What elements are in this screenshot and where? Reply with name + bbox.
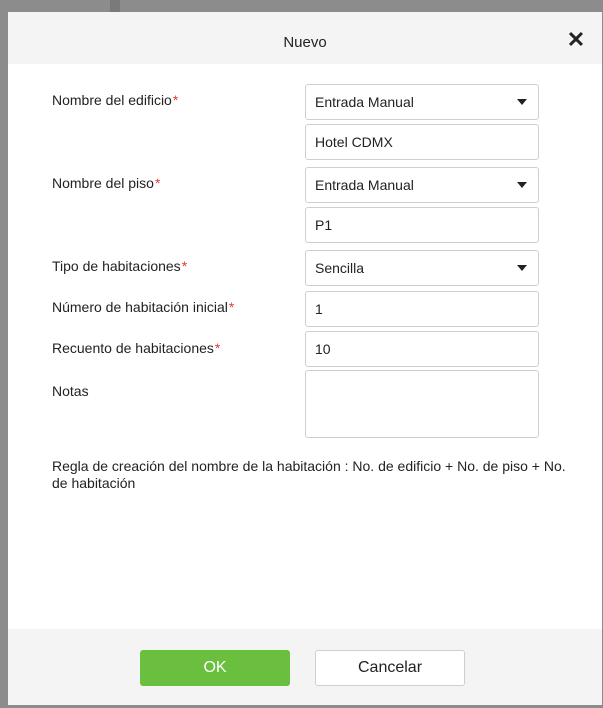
- room-count-label: Recuento de habitaciones*: [52, 340, 220, 356]
- close-icon[interactable]: ✕: [566, 29, 586, 51]
- notes-textarea[interactable]: [305, 370, 539, 438]
- required-mark: *: [172, 92, 179, 108]
- caret-down-icon: [517, 265, 527, 271]
- new-room-dialog: Nuevo ✕ Nombre del edificio* Entrada Man…: [8, 12, 602, 705]
- building-name-mode-select[interactable]: Entrada Manual: [305, 84, 539, 120]
- required-mark: *: [228, 299, 235, 315]
- floor-name-label: Nombre del piso*: [52, 175, 160, 191]
- caret-down-icon: [517, 182, 527, 188]
- room-type-label-text: Tipo de habitaciones: [52, 258, 181, 274]
- caret-down-icon: [517, 99, 527, 105]
- start-room-number-label: Número de habitación inicial*: [52, 299, 234, 315]
- ok-button[interactable]: OK: [140, 650, 290, 686]
- dialog-footer: OK Cancelar: [8, 629, 602, 705]
- start-room-number-value: 1: [315, 301, 323, 317]
- cancel-button[interactable]: Cancelar: [315, 650, 465, 686]
- floor-name-value: P1: [315, 217, 333, 233]
- floor-name-input[interactable]: P1: [305, 207, 539, 243]
- required-mark: *: [181, 258, 188, 274]
- building-name-label-text: Nombre del edificio: [52, 92, 172, 108]
- room-type-value: Sencilla: [315, 260, 365, 276]
- room-type-select[interactable]: Sencilla: [305, 250, 539, 286]
- room-name-rule-text: Regla de creación del nombre de la habit…: [52, 458, 566, 491]
- required-mark: *: [154, 175, 161, 191]
- start-room-number-input[interactable]: 1: [305, 291, 539, 327]
- room-count-label-text: Recuento de habitaciones: [52, 340, 214, 356]
- floor-name-mode-select[interactable]: Entrada Manual: [305, 167, 539, 203]
- notes-label-text: Notas: [52, 383, 89, 399]
- dialog-header: Nuevo ✕: [8, 12, 602, 64]
- building-name-mode-value: Entrada Manual: [315, 94, 414, 110]
- building-name-label: Nombre del edificio*: [52, 92, 178, 108]
- start-room-number-label-text: Número de habitación inicial: [52, 299, 228, 315]
- notes-label: Notas: [52, 383, 89, 399]
- floor-name-label-text: Nombre del piso: [52, 175, 154, 191]
- dialog-title: Nuevo: [283, 34, 327, 51]
- required-mark: *: [214, 340, 221, 356]
- floor-name-mode-value: Entrada Manual: [315, 177, 414, 193]
- room-count-input[interactable]: 10: [305, 331, 539, 367]
- building-name-value: Hotel CDMX: [315, 134, 393, 150]
- room-type-label: Tipo de habitaciones*: [52, 258, 187, 274]
- building-name-input[interactable]: Hotel CDMX: [305, 124, 539, 160]
- room-count-value: 10: [315, 341, 331, 357]
